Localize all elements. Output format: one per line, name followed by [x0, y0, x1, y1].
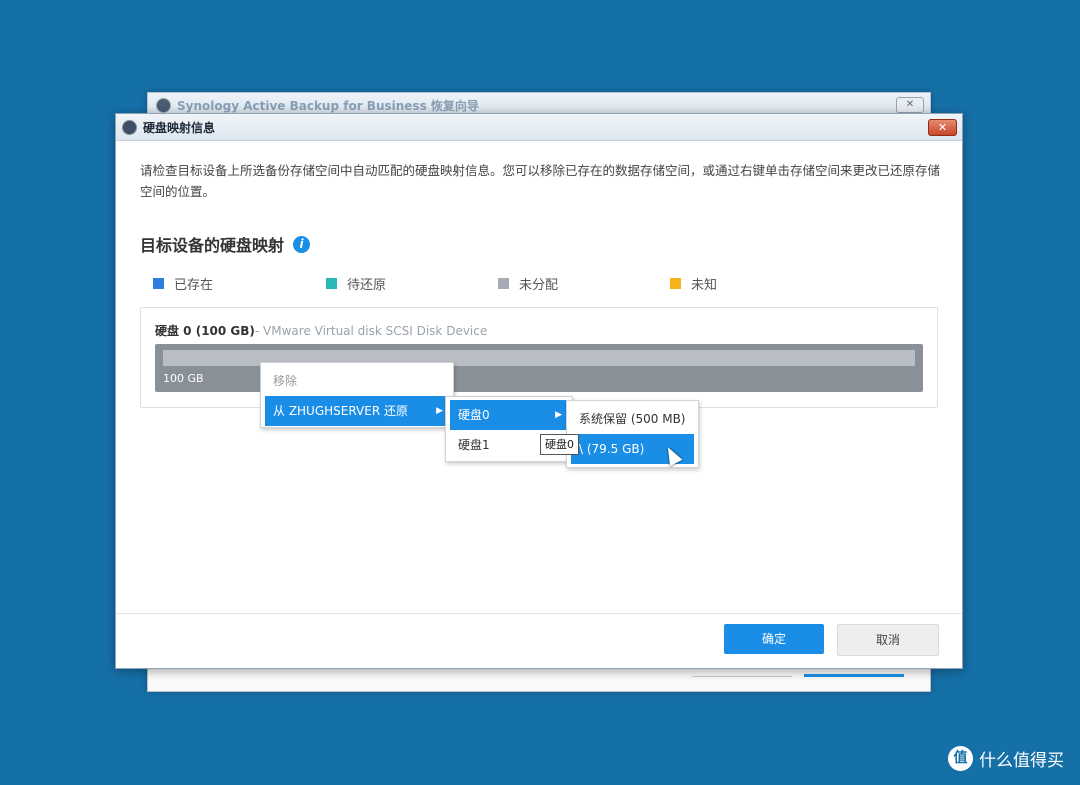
legend-pending-restore: 待还原	[326, 274, 386, 293]
submenu-arrow-icon: ▶	[555, 410, 562, 420]
legend-existing: 已存在	[153, 274, 213, 293]
dialog-title: 硬盘映射信息	[143, 120, 216, 135]
legend-swatch	[670, 278, 681, 289]
legend-swatch	[498, 278, 509, 289]
legend-label: 待还原	[347, 278, 387, 293]
menu-item-label: 从 ZHUGHSERVER 还原	[273, 404, 408, 418]
legend-swatch	[153, 278, 164, 289]
menu-item-disk0[interactable]: 硬盘0 ▶	[450, 400, 568, 430]
info-icon[interactable]: i	[293, 235, 311, 253]
menu-item-label: 硬盘0	[458, 408, 490, 422]
menu-item-restore-from[interactable]: 从 ZHUGHSERVER 还原 ▶	[265, 396, 449, 426]
section-title-text: 目标设备的硬盘映射	[140, 236, 285, 255]
disk-size: 100 GB	[163, 372, 204, 385]
background-window-title: Synology Active Backup for Business 恢复向导	[177, 98, 479, 113]
context-menu: 移除 从 ZHUGHSERVER 还原 ▶	[260, 362, 454, 428]
disk-label: 硬盘 0 (100 GB)- VMware Virtual disk SCSI …	[155, 322, 487, 339]
watermark-text: 什么值得买	[979, 751, 1064, 771]
synology-logo-icon	[122, 119, 137, 135]
section-title: 目标设备的硬盘映射 i	[140, 232, 311, 256]
footer-divider	[116, 613, 962, 614]
close-button[interactable]: ✕	[928, 119, 957, 136]
menu-item-remove[interactable]: 移除	[261, 366, 453, 396]
legend-label: 已存在	[174, 278, 214, 293]
legend-unknown: 未知	[670, 274, 717, 293]
watermark: 值 什么值得买	[948, 746, 1064, 771]
watermark-logo: 值	[948, 746, 973, 771]
ok-button[interactable]: 确定	[724, 624, 824, 654]
legend-label: 未分配	[519, 278, 559, 293]
dialog-titlebar: 硬盘映射信息	[116, 114, 962, 141]
disk-mapping-dialog: 硬盘映射信息 ✕ 请检查目标设备上所选备份存储空间中自动匹配的硬盘映射信息。您可…	[115, 113, 963, 669]
background-button-2	[804, 674, 904, 677]
legend-unallocated: 未分配	[498, 274, 558, 293]
background-button-1	[692, 676, 792, 677]
disk-device: - VMware Virtual disk SCSI Disk Device	[254, 324, 488, 338]
cancel-button[interactable]: 取消	[837, 624, 939, 656]
tooltip: 硬盘0	[540, 434, 579, 455]
submenu-arrow-icon: ▶	[436, 406, 443, 416]
disk-name: 硬盘 0 (100 GB)	[155, 324, 255, 338]
legend-label: 未知	[691, 278, 718, 293]
menu-item-system-reserved[interactable]: 系统保留 (500 MB)	[567, 404, 698, 434]
background-close-button[interactable]: ✕	[896, 97, 924, 113]
description-text: 请检查目标设备上所选备份存储空间中自动匹配的硬盘映射信息。您可以移除已存在的数据…	[140, 163, 941, 199]
legend-swatch	[326, 278, 337, 289]
synology-logo-icon	[156, 97, 171, 113]
